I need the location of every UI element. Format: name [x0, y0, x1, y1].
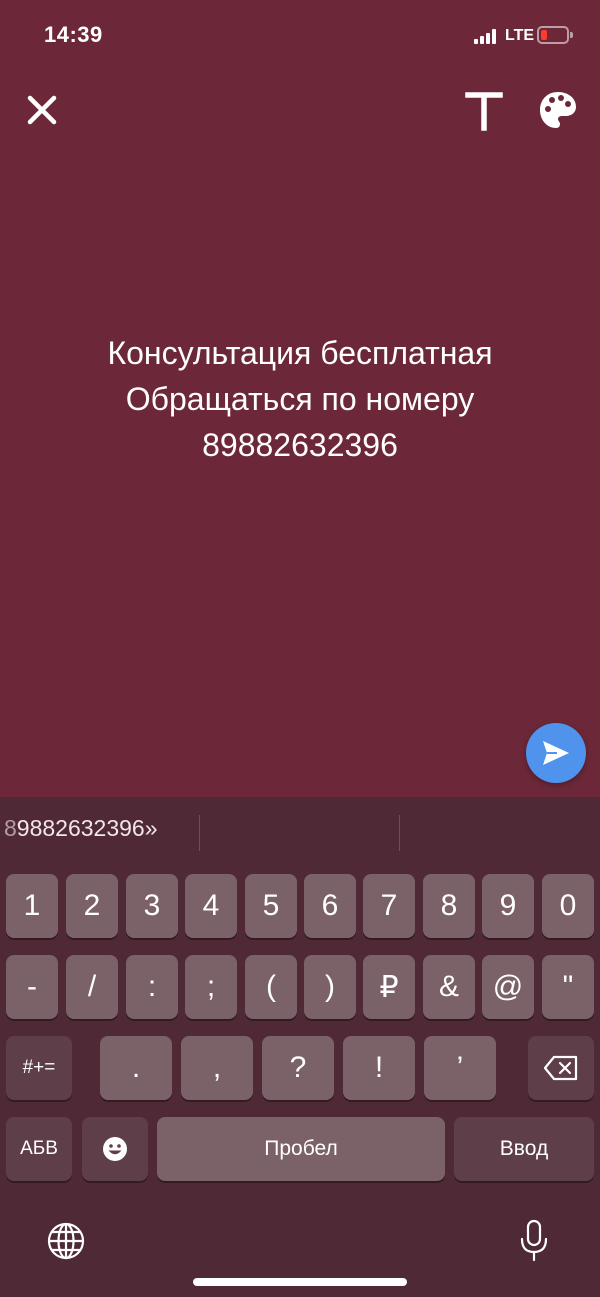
key-5[interactable]: 5 — [245, 874, 297, 938]
suggestion-divider — [199, 815, 200, 851]
key-apostrophe[interactable]: ’ — [424, 1036, 496, 1100]
suggestion-divider — [399, 815, 400, 851]
key-9[interactable]: 9 — [482, 874, 534, 938]
close-button[interactable] — [22, 90, 62, 130]
key-3[interactable]: 3 — [126, 874, 178, 938]
text-tool-button[interactable] — [462, 86, 506, 136]
suggestion-bar: 89882632396» — [0, 797, 600, 869]
key-comma[interactable]: , — [181, 1036, 253, 1100]
key-quote[interactable]: " — [542, 955, 594, 1019]
key-open-paren[interactable]: ( — [245, 955, 297, 1019]
key-ruble[interactable]: ₽ — [363, 955, 415, 1019]
key-close-paren[interactable]: ) — [304, 955, 356, 1019]
key-at[interactable]: @ — [482, 955, 534, 1019]
status-bar: 14:39 LTE — [0, 0, 600, 72]
key-ampersand[interactable]: & — [423, 955, 475, 1019]
microphone-icon[interactable] — [518, 1219, 550, 1263]
story-text[interactable]: Консультация бесплатная Обращаться по но… — [0, 330, 600, 468]
backspace-icon — [543, 1055, 578, 1081]
key-slash[interactable]: / — [66, 955, 118, 1019]
send-icon — [543, 741, 569, 765]
palette-button[interactable] — [536, 88, 580, 132]
key-8[interactable]: 8 — [423, 874, 475, 938]
key-0[interactable]: 0 — [542, 874, 594, 938]
key-1[interactable]: 1 — [6, 874, 58, 938]
key-semicolon[interactable]: ; — [185, 955, 237, 1019]
key-exclamation[interactable]: ! — [343, 1036, 415, 1100]
suggestion-item[interactable]: 89882632396» — [4, 815, 158, 842]
suggestion-prefix: 8 — [4, 815, 17, 841]
key-hyphen[interactable]: - — [6, 955, 58, 1019]
key-2[interactable]: 2 — [66, 874, 118, 938]
key-question[interactable]: ? — [262, 1036, 334, 1100]
close-icon — [27, 95, 57, 125]
story-line-2: Обращаться по номеру — [125, 381, 475, 417]
text-tool-icon — [465, 92, 503, 131]
emoji-icon — [103, 1137, 127, 1161]
key-period[interactable]: . — [100, 1036, 172, 1100]
key-colon[interactable]: : — [126, 955, 178, 1019]
signal-icon — [474, 29, 498, 44]
status-time: 14:39 — [44, 22, 103, 47]
space-key[interactable]: Пробел — [157, 1117, 445, 1181]
network-label: LTE — [505, 27, 535, 44]
emoji-key[interactable] — [82, 1117, 148, 1181]
battery-icon — [537, 26, 573, 44]
return-key[interactable]: Ввод — [454, 1117, 594, 1181]
story-line-1: Консультация бесплатная — [107, 335, 493, 371]
globe-icon[interactable] — [46, 1221, 86, 1261]
backspace-key[interactable] — [528, 1036, 594, 1100]
home-indicator[interactable] — [193, 1278, 407, 1286]
story-line-3: 89882632396 — [202, 427, 398, 463]
suggestion-text: 9882632396» — [16, 815, 158, 841]
symbols-toggle-key[interactable]: #+= — [6, 1036, 72, 1100]
alphabet-toggle-key[interactable]: АБВ — [6, 1117, 72, 1181]
send-button[interactable] — [526, 723, 586, 783]
keyboard: 89882632396» 1 2 3 4 5 6 7 8 9 0 - / : ;… — [0, 797, 600, 1297]
key-7[interactable]: 7 — [363, 874, 415, 938]
palette-icon — [540, 92, 576, 128]
key-6[interactable]: 6 — [304, 874, 356, 938]
key-4[interactable]: 4 — [185, 874, 237, 938]
